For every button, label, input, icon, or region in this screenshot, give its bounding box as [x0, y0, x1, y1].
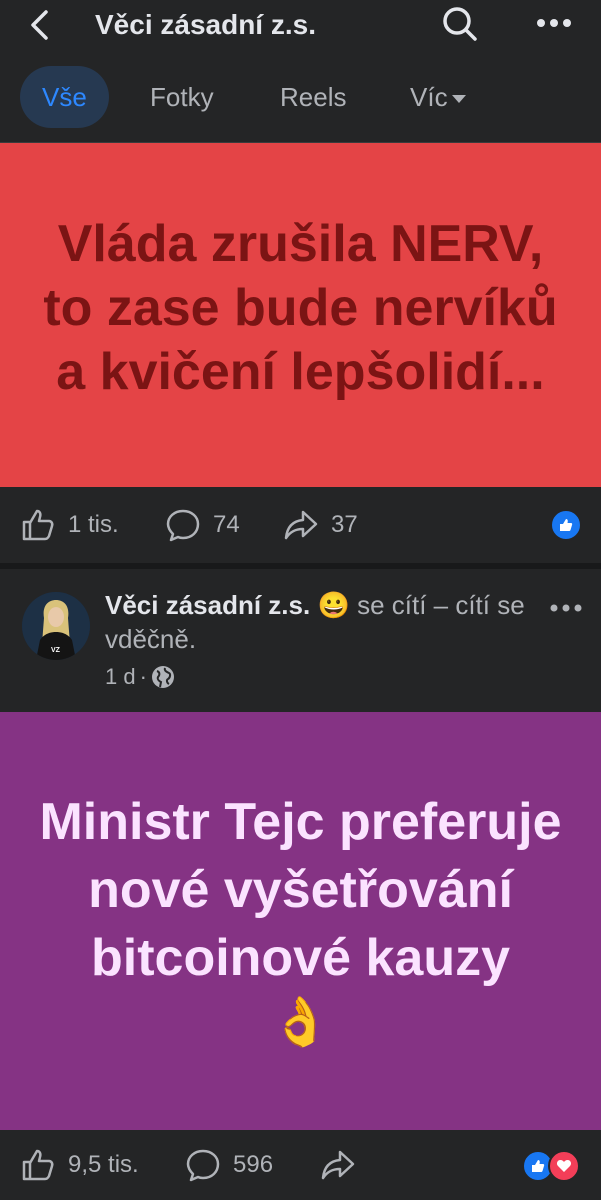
search-icon[interactable] — [440, 4, 480, 44]
tab-photos[interactable]: Fotky — [150, 66, 214, 128]
comment-button[interactable]: 74 — [165, 487, 240, 563]
top-bar: Věci zásadní z.s. — [0, 0, 601, 52]
comment-count: 74 — [213, 511, 240, 538]
meta-dot: · — [139, 664, 147, 689]
more-horizontal-icon[interactable] — [534, 8, 574, 38]
tab-more[interactable]: Víc — [410, 66, 466, 128]
globe-icon — [151, 666, 174, 688]
like-icon — [22, 1149, 54, 1181]
love-reaction-icon — [548, 1150, 580, 1182]
filter-tabs: Vše Fotky Reels Víc — [0, 52, 601, 143]
avatar-initials: VZ — [51, 647, 61, 654]
post-1-actions: 1 tis. 74 37 — [0, 487, 601, 563]
post-time[interactable]: 1 d — [105, 664, 136, 690]
caret-down-icon — [451, 95, 466, 104]
post-1-text: Vláda zrušila NERV, to zase bude nervíků… — [43, 215, 558, 401]
page-title: Věci zásadní z.s. — [95, 9, 316, 40]
feeling-emoji: 😀 — [317, 590, 350, 620]
comment-icon — [166, 509, 200, 542]
like-count: 1 tis. — [68, 511, 119, 538]
reaction-summary[interactable] — [550, 509, 582, 541]
author-line: Věci zásadní z.s. 😀 se cítí – cítí se vd… — [105, 588, 535, 656]
share-button[interactable]: 37 — [283, 487, 358, 563]
post-meta: 1 d · — [105, 664, 175, 690]
post-2-image[interactable]: Ministr Tejc preferuje nové vyšetřování … — [0, 712, 601, 1130]
tab-reels[interactable]: Reels — [280, 66, 346, 128]
tab-more-label: Víc — [410, 82, 448, 112]
more-horizontal-icon[interactable] — [548, 598, 584, 618]
share-icon — [321, 1150, 355, 1180]
post-2-text-wrap: Ministr Tejc preferuje nové vyšetřování … — [31, 788, 571, 1054]
post-2-header: VZ Věci zásadní z.s. 😀 se cítí – cítí se… — [0, 570, 601, 712]
comment-button[interactable]: 596 — [185, 1130, 273, 1200]
comment-icon — [186, 1149, 220, 1182]
post-2-text: Ministr Tejc preferuje nové vyšetřování … — [39, 793, 562, 987]
comment-count: 596 — [233, 1151, 274, 1178]
tab-all[interactable]: Vše — [20, 66, 109, 128]
author-name[interactable]: Věci zásadní z.s. — [105, 590, 310, 620]
share-icon — [284, 510, 318, 540]
like-button[interactable]: 9,5 tis. — [20, 1130, 139, 1200]
reaction-summary[interactable] — [522, 1150, 580, 1182]
share-count: 37 — [331, 511, 358, 538]
post-2-actions: 9,5 tis. 596 — [0, 1130, 601, 1200]
ok-hand-emoji: 👌 — [270, 996, 331, 1049]
like-icon — [22, 509, 54, 541]
avatar[interactable]: VZ — [22, 592, 90, 660]
post-separator — [0, 563, 601, 569]
like-button[interactable]: 1 tis. — [20, 487, 119, 563]
chevron-left-icon[interactable] — [24, 8, 58, 42]
share-button[interactable] — [320, 1130, 368, 1200]
like-reaction-icon — [550, 509, 582, 541]
post-1-image[interactable]: Vláda zrušila NERV, to zase bude nervíků… — [0, 143, 601, 487]
like-count: 9,5 tis. — [68, 1151, 139, 1178]
avatar-image: VZ — [22, 592, 90, 660]
